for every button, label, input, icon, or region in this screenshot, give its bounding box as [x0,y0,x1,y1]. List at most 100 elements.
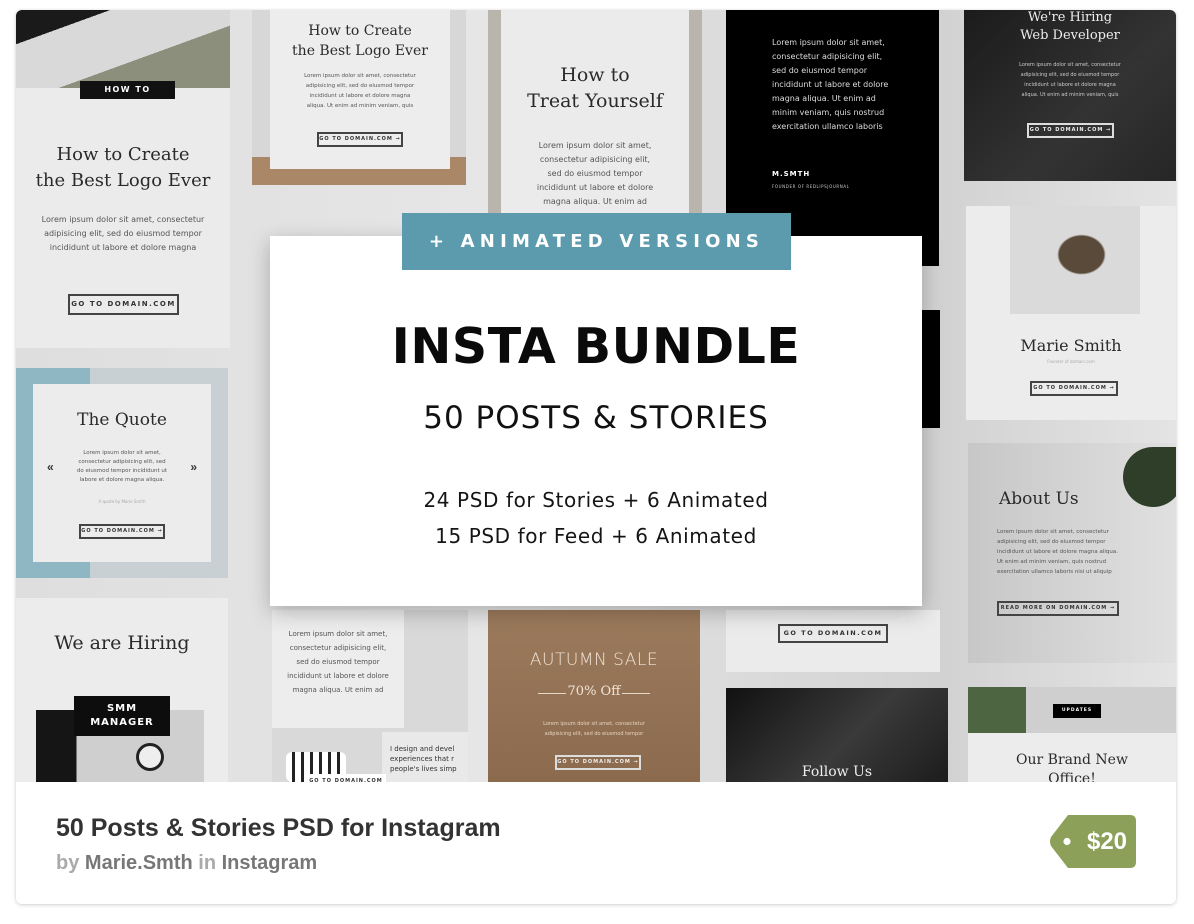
tile-body: aliqua. Ut enim ad minim veniam, quis [1021,92,1119,98]
go-to-domain-button: GO TO DOMAIN.COM [306,774,386,782]
price-value: $20 [1086,828,1128,855]
cat-photo [1010,206,1140,314]
tile-we-are-hiring: We are Hiring SMM MANAGER [16,598,228,782]
animated-versions-badge: + ANIMATED VERSIONS [402,213,791,270]
by-label: by [56,852,80,874]
smm-manager-tag: SMM MANAGER [74,696,170,736]
tile-body: magna aliqua. Ut enim ad [772,94,876,103]
go-to-domain-button: GO TO DOMAIN.COM [68,294,179,315]
tile-title: How to Create [56,144,190,165]
hero-title: INSTA BUNDLE [391,318,801,375]
tile-body: Lorem ipsum dolor sit amet, consectetur [304,73,416,79]
tile-about-us: About Us Lorem ipsum dolor sit amet, con… [968,443,1176,663]
tile-body: incididunt ut labore et dolore magna ali… [997,549,1119,555]
divider-right [622,693,650,694]
hero-line-feed: 15 PSD for Feed + 6 Animated [435,524,757,548]
tile-title: Marie Smith [1020,336,1122,355]
tile-body: Lorem ipsum dolor sit amet, [538,141,652,150]
tile-body: sed do eiusmod tempor [296,658,380,666]
tile-body: minim veniam, quis nostrud [772,108,885,117]
quote-card: The Quote « » Lorem ipsum dolor sit amet… [33,384,211,562]
tile-body: Lorem ipsum dolor sit amet, [288,630,388,638]
tile-body: Lorem ipsum dolor sit amet, consectetur [1019,62,1121,68]
offer-text: 70% Off [567,684,621,699]
tile-hiring-web-developer: We're Hiring Web Developer Lorem ipsum d… [964,10,1176,181]
tile-marie-smith: Marie Smith Founder of domain.com GO TO … [966,206,1176,420]
design-text: people's lives simp [390,765,457,773]
tile-body: incididunt ut labore et dolore [772,80,889,89]
tile-title: How to Create [308,23,412,39]
tile-body: labore et dolore magna aliqua. [79,477,165,483]
hero-line-stories: 24 PSD for Stories + 6 Animated [423,488,769,512]
tag-line: MANAGER [90,717,154,728]
design-text: I design and devel [390,745,455,753]
tile-body: Lorem ipsum dolor sit amet, consectetur [997,529,1109,535]
tile-body: Lorem ipsum dolor sit amet, [83,450,161,456]
tile-title: AUTUMN SALE [529,650,659,670]
tile-goto-domain: GO TO DOMAIN.COM [726,610,940,672]
tile-body: Lorem ipsum dolor sit amet, consectetur [41,215,205,224]
tile-body: consectetur adipisicing elit, [772,52,883,61]
laptop-photo [16,10,230,88]
tile-body: sed do eiusmod tempor [772,66,868,75]
tile-the-quote: The Quote « » Lorem ipsum dolor sit amet… [16,368,228,578]
product-meta: by Marie.Smth in Instagram [56,852,317,875]
product-title[interactable]: 50 Posts & Stories PSD for Instagram [56,814,501,843]
product-card[interactable]: HOW TO How to Create the Best Logo Ever … [16,10,1176,904]
tile-body: aliqua. Ut enim ad minim veniam, quis [306,103,414,109]
tile-title: About Us [999,489,1079,509]
author-link[interactable]: Marie.Smth [85,852,193,874]
go-to-domain-button: GO TO DOMAIN.COM [778,624,888,643]
read-more-button: READ MORE ON DOMAIN.COM → [997,601,1119,616]
in-label: in [198,852,217,874]
tile-title: Office! [1048,771,1096,782]
tile-body: adipisicing elit, sed do eiusmod tempor [997,539,1106,545]
tile-body: sed do eiusmod tempor [547,169,643,178]
tile-body: incididunt ut labore et dolore magna [49,243,197,252]
hero-subtitle: 50 POSTS & STORIES [423,400,769,436]
quote-attribution: A quote by Marie Smith [98,499,146,504]
tile-body: incididunt ut labore et dolore [287,672,389,680]
tile-body: consectetur adipisicing elit, [539,155,651,164]
tile-body: magna aliqua. Ut enim ad [543,197,647,206]
tile-subtitle: Founder of domain.com [1047,359,1095,364]
tile-body: magna aliqua. Ut enim ad [292,686,384,694]
go-to-domain-button: GO TO DOMAIN.COM → [317,132,403,147]
tile-lorem-bottom: Lorem ipsum dolor sit amet, consectetur … [272,610,468,782]
plant-leaf [1123,447,1176,507]
tile-body: incididunt ut labore et dolore magna [309,93,411,99]
tile-body: Lorem ipsum dolor sit amet, [772,38,885,47]
how-to-tag: HOW TO [80,81,175,99]
design-photo: I design and devel experiences that r pe… [382,732,468,782]
tile-title: Follow Us [801,764,873,780]
go-to-domain-button: GO TO DOMAIN.COM → [1030,381,1118,396]
go-to-domain-button: GO TO DOMAIN.COM → [79,524,165,539]
price-tag[interactable]: $20 [1050,814,1136,869]
tile-title: the Best Logo Ever [292,43,428,59]
tile-brand-new-office: UPDATES Our Brand New Office! [968,687,1176,782]
tile-body: consectetur adipisicing elit, sed [78,459,166,465]
category-link[interactable]: Instagram [222,852,318,874]
updates-tag: UPDATES [1053,704,1101,718]
product-preview-image[interactable]: HOW TO How to Create the Best Logo Ever … [16,10,1176,782]
quote-author-role: FOUNDER OF REDLIPSJOURNAL [772,184,850,189]
tile-autumn-sale: AUTUMN SALE 70% Off Lorem ipsum dolor si… [488,610,700,782]
tile-title: Our Brand New [1016,752,1128,768]
tile-body: Ut enim ad minim veniam, quis nostrud [997,559,1107,565]
clock-icon [136,743,164,771]
tag-line: SMM [106,703,138,714]
quote-author: M.SMTH [772,170,811,178]
post-card: Lorem ipsum dolor sit amet, consectetur … [272,610,404,728]
tile-follow-us: Follow Us [726,688,948,782]
tile-title: We're Hiring [1027,10,1113,25]
tile-body: adipisicing elit, sed do eiusmod tempor [44,229,202,238]
product-info: 50 Posts & Stories PSD for Instagram by … [16,782,1176,904]
tile-treat-yourself: How to Treat Yourself Lorem ipsum dolor … [488,10,702,215]
tile-body: consectetur adipisicing elit, [289,644,387,652]
tile-body: Lorem ipsum dolor sit amet, consectetur [543,721,645,727]
go-to-domain-button: GO TO DOMAIN.COM → [1027,123,1114,138]
design-text: experiences that r [390,755,454,763]
tile-body: exercitation ullamco laboris nisi ut ali… [997,569,1112,575]
tile-title: the Best Logo Ever [35,170,211,191]
tile-body: do eiusmod tempor incididunt ut [76,468,168,474]
